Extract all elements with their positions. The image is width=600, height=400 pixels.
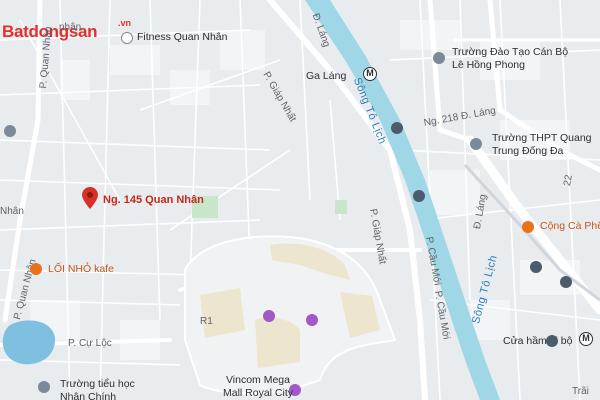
road-label-p-cu-loc: P. Cự Lộc	[68, 338, 112, 349]
brand-logo-suffix: .vn	[118, 18, 132, 28]
transit-icon[interactable]	[391, 122, 403, 134]
place-truong-thpt[interactable]: Trường THPT Quang Trung Đống Đa	[492, 132, 600, 158]
map-view[interactable]: Batdongsan .vn P. Quan Nhân nhân P. Giáp…	[0, 0, 600, 400]
school-icon[interactable]	[470, 138, 482, 150]
shopping-icon[interactable]	[263, 310, 275, 322]
cafe-icon[interactable]	[30, 263, 42, 275]
fitness-icon[interactable]	[121, 32, 133, 44]
road-label-trai: Trãi	[572, 386, 589, 397]
cafe-icon[interactable]	[522, 221, 534, 233]
metro-station-icon[interactable]: M	[363, 67, 377, 81]
shopping-icon[interactable]	[306, 314, 318, 326]
transit-icon[interactable]	[546, 335, 558, 347]
place-vincom[interactable]: Vincom Mega Mall Royal City	[218, 374, 298, 400]
place-loi-nho[interactable]: LỐI NHỎ kafe	[48, 263, 114, 275]
place-truong-dao-tao[interactable]: Trường Đào Tạo Cán Bộ Lê Hồng Phong	[452, 46, 572, 72]
school-icon[interactable]	[4, 125, 16, 137]
transit-icon[interactable]	[530, 261, 542, 273]
place-cua-ham[interactable]: Cửa hầm đi bộ	[503, 335, 572, 348]
transit-icon[interactable]	[413, 190, 425, 202]
place-cong-ca-phe[interactable]: Cộng Cà Phê	[540, 220, 600, 232]
pin-label[interactable]: Ng. 145 Quan Nhân	[103, 194, 204, 206]
school-icon[interactable]	[38, 381, 50, 393]
road-label-nhan: Nhân	[0, 206, 24, 217]
location-pin-icon[interactable]	[82, 187, 98, 209]
road-label-22: 22	[562, 174, 575, 187]
place-fitness[interactable]: Fitness Quan Nhân	[137, 31, 227, 44]
metro-station-icon[interactable]: M	[579, 332, 593, 346]
road-label-r1: R1	[200, 316, 213, 327]
school-icon[interactable]	[433, 52, 445, 64]
place-truong-tieu-hoc[interactable]: Trường tiểu học Nhân Chính	[60, 378, 145, 400]
road-label-nhan-top: nhân	[59, 22, 82, 33]
transit-icon[interactable]	[560, 276, 572, 288]
place-ga-lang[interactable]: Ga Láng	[306, 70, 346, 83]
